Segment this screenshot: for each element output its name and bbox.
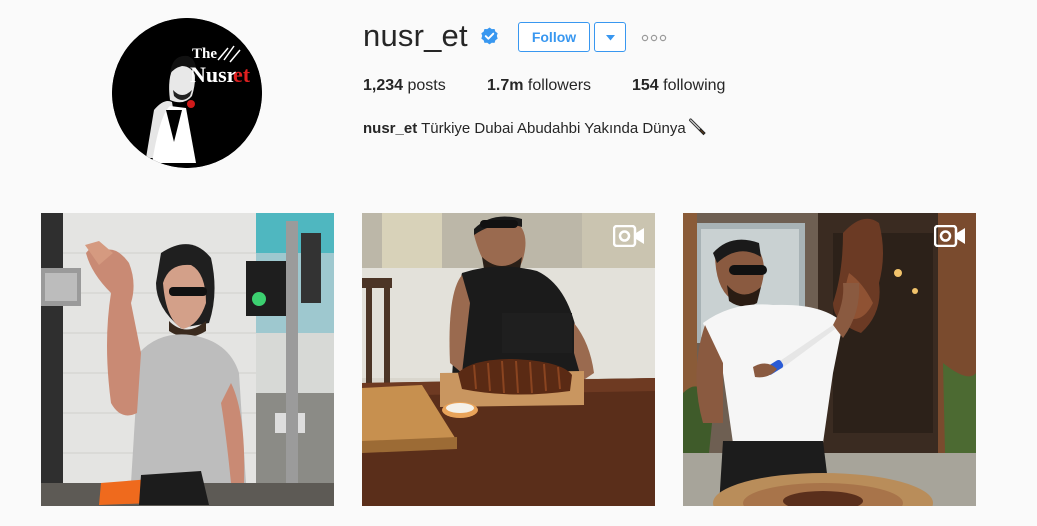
- profile-avatar[interactable]: The Nusr et: [112, 18, 262, 168]
- avatar-text-nusr: Nusr: [190, 62, 237, 87]
- video-camera-icon: [934, 225, 965, 247]
- follow-button[interactable]: Follow: [518, 22, 590, 52]
- post-image-ribs: [362, 213, 655, 506]
- posts-count: 1,234: [363, 77, 404, 94]
- video-camera-icon: [613, 225, 644, 247]
- knife-icon: [688, 118, 706, 136]
- following-label: following: [663, 77, 726, 94]
- suggestions-dropdown-button[interactable]: [594, 22, 626, 52]
- followers-count: 1.7m: [487, 77, 524, 94]
- stat-followers[interactable]: 1.7m followers: [487, 76, 591, 96]
- followers-label: followers: [527, 77, 592, 94]
- avatar-text-et: et: [233, 62, 251, 87]
- verified-badge-icon: [481, 27, 498, 45]
- stat-posts: 1,234 posts: [363, 76, 446, 96]
- post-thumbnail-3[interactable]: [683, 213, 976, 506]
- post-thumbnail-1[interactable]: [41, 213, 334, 506]
- profile-username: nusr_et: [363, 18, 468, 53]
- bio-name: nusr_et: [363, 120, 418, 137]
- more-options-icon[interactable]: [641, 33, 667, 43]
- post-image-mural: [41, 213, 334, 506]
- post-image-knife: [683, 213, 976, 506]
- following-count: 154: [632, 77, 659, 94]
- chevron-down-icon: [606, 35, 615, 41]
- bio-text: Türkiye Dubai Abudahbi Yakında Dünya: [421, 120, 686, 137]
- stat-following[interactable]: 154 following: [632, 76, 725, 96]
- profile-bio: nusr_et Türkiye Dubai Abudahbi Yakında D…: [363, 116, 707, 139]
- avatar-logo-image: The Nusr et: [112, 18, 262, 168]
- post-thumbnail-2[interactable]: [362, 213, 655, 506]
- avatar-text-the: The: [192, 46, 217, 62]
- posts-label: posts: [407, 77, 446, 94]
